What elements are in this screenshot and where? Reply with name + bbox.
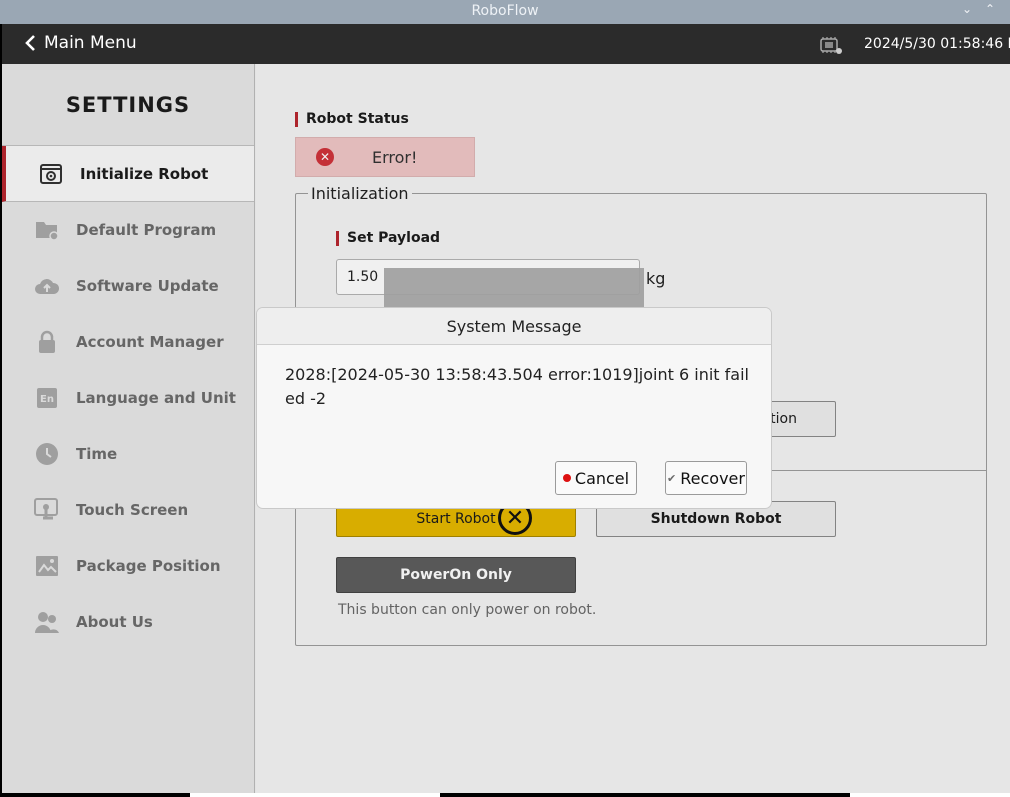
- recover-button[interactable]: ✔ Recover: [665, 461, 747, 495]
- chevron-left-icon: [25, 35, 35, 51]
- minimize-button[interactable]: ⌄: [962, 2, 972, 16]
- top-bar: Main Menu 2024/5/30 01:58:46 PM: [2, 24, 1010, 64]
- cancel-button[interactable]: Cancel: [555, 461, 637, 495]
- system-message-dialog: System Message 2028:[2024-05-30 13:58:43…: [257, 308, 771, 508]
- back-label: Main Menu: [44, 33, 137, 53]
- taskbar-segment: [190, 793, 440, 797]
- window-titlebar: RoboFlow ⌄ ⌃: [0, 0, 1010, 24]
- main-menu-back-button[interactable]: Main Menu: [24, 33, 137, 53]
- cancel-dot-icon: [562, 474, 571, 482]
- recover-label: Recover: [680, 468, 745, 488]
- taskbar-segment: [850, 793, 1010, 797]
- window-title: RoboFlow: [471, 3, 539, 19]
- check-icon: ✔: [667, 471, 677, 485]
- maximize-button[interactable]: ⌃: [985, 2, 995, 16]
- cancel-label: Cancel: [574, 468, 630, 488]
- dialog-message: 2028:[2024-05-30 13:58:43.504 error:1019…: [285, 365, 749, 408]
- datetime: 2024/5/30 01:58:46 PM: [864, 36, 1010, 52]
- dialog-title: System Message: [257, 308, 771, 345]
- chip-icon: [820, 37, 842, 54]
